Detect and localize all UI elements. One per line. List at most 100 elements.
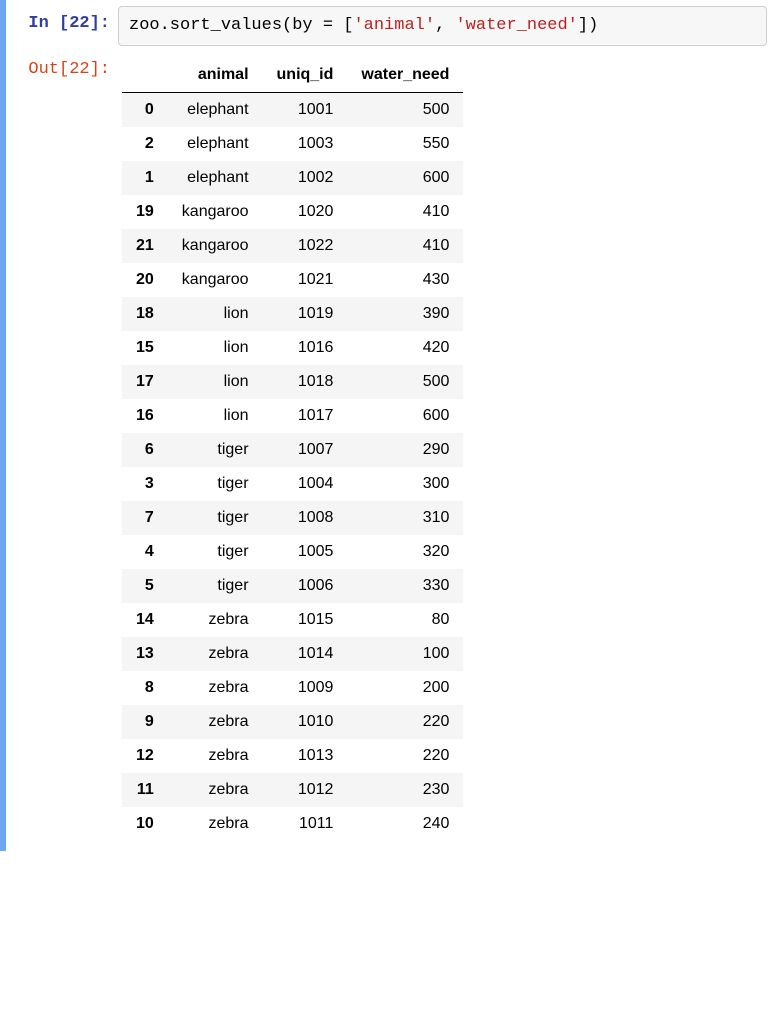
row-index: 3 bbox=[122, 467, 168, 501]
cell-water-need: 310 bbox=[347, 501, 463, 535]
column-header-water-need: water_need bbox=[347, 58, 463, 93]
cell-animal: elephant bbox=[168, 92, 263, 127]
cell-uniq-id: 1009 bbox=[263, 671, 348, 705]
input-prompt: In [22]: bbox=[28, 14, 110, 33]
cell-animal: elephant bbox=[168, 161, 263, 195]
cell-water-need: 220 bbox=[347, 739, 463, 773]
output-row: Out[22]: animal uniq_id water_need 0elep… bbox=[6, 52, 775, 841]
cell-uniq-id: 1010 bbox=[263, 705, 348, 739]
cell-animal: tiger bbox=[168, 433, 263, 467]
input-row: In [22]: zoo.sort_values(by = ['animal',… bbox=[6, 6, 775, 46]
cell-animal: zebra bbox=[168, 603, 263, 637]
cell-animal: lion bbox=[168, 365, 263, 399]
table-body: 0elephant10015002elephant10035501elephan… bbox=[122, 92, 463, 841]
cell-water-need: 500 bbox=[347, 92, 463, 127]
cell-animal: zebra bbox=[168, 671, 263, 705]
code-string-literal: 'animal' bbox=[353, 16, 435, 35]
cell-water-need: 300 bbox=[347, 467, 463, 501]
cell-uniq-id: 1014 bbox=[263, 637, 348, 671]
table-row: 5tiger1006330 bbox=[122, 569, 463, 603]
table-header: animal uniq_id water_need bbox=[122, 58, 463, 93]
cell-uniq-id: 1019 bbox=[263, 297, 348, 331]
cell-water-need: 600 bbox=[347, 399, 463, 433]
code-token: , bbox=[435, 16, 455, 35]
row-index: 1 bbox=[122, 161, 168, 195]
cell-animal: zebra bbox=[168, 739, 263, 773]
cell-uniq-id: 1011 bbox=[263, 807, 348, 841]
table-row: 3tiger1004300 bbox=[122, 467, 463, 501]
row-index: 15 bbox=[122, 331, 168, 365]
cell-uniq-id: 1007 bbox=[263, 433, 348, 467]
cell-uniq-id: 1008 bbox=[263, 501, 348, 535]
code-string-literal: 'water_need' bbox=[455, 16, 577, 35]
cell-water-need: 410 bbox=[347, 229, 463, 263]
cell-animal: tiger bbox=[168, 467, 263, 501]
column-header-index bbox=[122, 58, 168, 93]
cell-animal: kangaroo bbox=[168, 229, 263, 263]
table-row: 20kangaroo1021430 bbox=[122, 263, 463, 297]
cell-uniq-id: 1020 bbox=[263, 195, 348, 229]
row-index: 21 bbox=[122, 229, 168, 263]
row-index: 11 bbox=[122, 773, 168, 807]
cell-water-need: 100 bbox=[347, 637, 463, 671]
cell-uniq-id: 1002 bbox=[263, 161, 348, 195]
cell-animal: lion bbox=[168, 399, 263, 433]
cell-water-need: 420 bbox=[347, 331, 463, 365]
cell-water-need: 290 bbox=[347, 433, 463, 467]
row-index: 6 bbox=[122, 433, 168, 467]
cell-uniq-id: 1005 bbox=[263, 535, 348, 569]
cell-animal: kangaroo bbox=[168, 195, 263, 229]
input-area[interactable]: zoo.sort_values(by = ['animal', 'water_n… bbox=[118, 6, 767, 46]
row-index: 13 bbox=[122, 637, 168, 671]
row-index: 8 bbox=[122, 671, 168, 705]
cell-animal: tiger bbox=[168, 569, 263, 603]
cell-uniq-id: 1015 bbox=[263, 603, 348, 637]
table-row: 13zebra1014100 bbox=[122, 637, 463, 671]
table-row: 2elephant1003550 bbox=[122, 127, 463, 161]
cell-uniq-id: 1006 bbox=[263, 569, 348, 603]
cell-uniq-id: 1013 bbox=[263, 739, 348, 773]
cell-animal: zebra bbox=[168, 773, 263, 807]
table-row: 6tiger1007290 bbox=[122, 433, 463, 467]
table-row: 4tiger1005320 bbox=[122, 535, 463, 569]
cell-water-need: 500 bbox=[347, 365, 463, 399]
column-header-uniq-id: uniq_id bbox=[263, 58, 348, 93]
code-input[interactable]: zoo.sort_values(by = ['animal', 'water_n… bbox=[118, 6, 767, 46]
row-index: 12 bbox=[122, 739, 168, 773]
row-index: 2 bbox=[122, 127, 168, 161]
cell-animal: tiger bbox=[168, 501, 263, 535]
cell-uniq-id: 1004 bbox=[263, 467, 348, 501]
row-index: 17 bbox=[122, 365, 168, 399]
row-index: 14 bbox=[122, 603, 168, 637]
table-row: 15lion1016420 bbox=[122, 331, 463, 365]
cell-animal: lion bbox=[168, 297, 263, 331]
cell-animal: zebra bbox=[168, 705, 263, 739]
row-index: 9 bbox=[122, 705, 168, 739]
cell-water-need: 220 bbox=[347, 705, 463, 739]
cell-uniq-id: 1022 bbox=[263, 229, 348, 263]
table-row: 14zebra101580 bbox=[122, 603, 463, 637]
output-area: animal uniq_id water_need 0elephant10015… bbox=[118, 52, 775, 841]
row-index: 10 bbox=[122, 807, 168, 841]
row-index: 16 bbox=[122, 399, 168, 433]
cell-water-need: 200 bbox=[347, 671, 463, 705]
cell-water-need: 80 bbox=[347, 603, 463, 637]
cell-uniq-id: 1003 bbox=[263, 127, 348, 161]
cell-uniq-id: 1021 bbox=[263, 263, 348, 297]
cell-water-need: 410 bbox=[347, 195, 463, 229]
table-row: 7tiger1008310 bbox=[122, 501, 463, 535]
code-token: ]) bbox=[578, 16, 598, 35]
cell-animal: lion bbox=[168, 331, 263, 365]
table-row: 9zebra1010220 bbox=[122, 705, 463, 739]
cell-water-need: 390 bbox=[347, 297, 463, 331]
cell-water-need: 230 bbox=[347, 773, 463, 807]
table-row: 18lion1019390 bbox=[122, 297, 463, 331]
row-index: 19 bbox=[122, 195, 168, 229]
row-index: 0 bbox=[122, 92, 168, 127]
table-row: 1elephant1002600 bbox=[122, 161, 463, 195]
output-prompt-col: Out[22]: bbox=[6, 52, 118, 79]
table-row: 8zebra1009200 bbox=[122, 671, 463, 705]
cell-water-need: 550 bbox=[347, 127, 463, 161]
input-prompt-col: In [22]: bbox=[6, 6, 118, 33]
cell-animal: tiger bbox=[168, 535, 263, 569]
